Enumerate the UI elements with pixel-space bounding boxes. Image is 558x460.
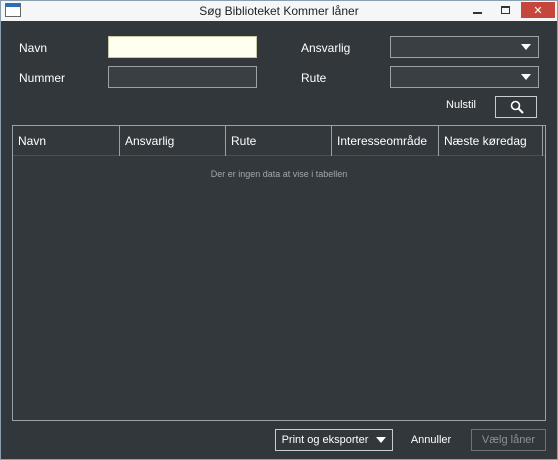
minimize-button[interactable] xyxy=(465,2,490,18)
dialog-content: Navn Nummer Ansvarlig Rute Nulstil Navn … xyxy=(1,21,557,459)
close-icon: ✕ xyxy=(533,4,543,17)
column-header-interesseomraade[interactable]: Interesseområde xyxy=(332,126,439,156)
column-header-ansvarlig[interactable]: Ansvarlig xyxy=(120,126,226,156)
search-icon xyxy=(510,100,524,114)
empty-table-message: Der er ingen data at vise i tabellen xyxy=(210,169,348,179)
nummer-input[interactable] xyxy=(109,67,256,87)
column-header-navn[interactable]: Navn xyxy=(13,126,120,156)
search-button[interactable] xyxy=(495,96,537,118)
ansvarlig-dropdown[interactable] xyxy=(390,36,539,58)
nummer-label: Nummer xyxy=(19,71,66,85)
maximize-icon xyxy=(501,6,510,14)
nummer-field[interactable] xyxy=(108,66,257,88)
navn-input[interactable] xyxy=(109,37,256,57)
ansvarlig-label: Ansvarlig xyxy=(301,41,351,55)
minimize-icon xyxy=(473,12,482,14)
chevron-down-icon xyxy=(376,437,387,443)
results-table[interactable]: Navn Ansvarlig Rute Interesseområde Næst… xyxy=(12,125,546,421)
chevron-down-icon xyxy=(521,44,531,50)
table-header: Navn Ansvarlig Rute Interesseområde Næst… xyxy=(13,126,545,156)
close-button[interactable]: ✕ xyxy=(521,2,555,18)
print-export-label: Print og eksporter xyxy=(281,434,369,446)
maximize-button[interactable] xyxy=(493,2,518,18)
column-header-naeste-koeredag[interactable]: Næste køredag xyxy=(439,126,543,156)
print-export-button[interactable]: Print og eksporter xyxy=(275,429,393,451)
rute-dropdown[interactable] xyxy=(390,66,539,88)
rute-label: Rute xyxy=(301,71,327,85)
navn-label: Navn xyxy=(19,41,48,55)
dialog-window: Søg Biblioteket Kommer låner ✕ Navn Numm… xyxy=(0,0,558,460)
choose-borrower-button[interactable]: Vælg låner xyxy=(471,429,546,451)
cancel-button[interactable]: Annuller xyxy=(405,429,457,451)
chevron-down-icon xyxy=(521,74,531,80)
reset-link[interactable]: Nulstil xyxy=(441,99,481,111)
title-bar[interactable]: Søg Biblioteket Kommer låner ✕ xyxy=(1,1,557,21)
navn-field[interactable] xyxy=(108,36,257,58)
column-header-rute[interactable]: Rute xyxy=(226,126,332,156)
